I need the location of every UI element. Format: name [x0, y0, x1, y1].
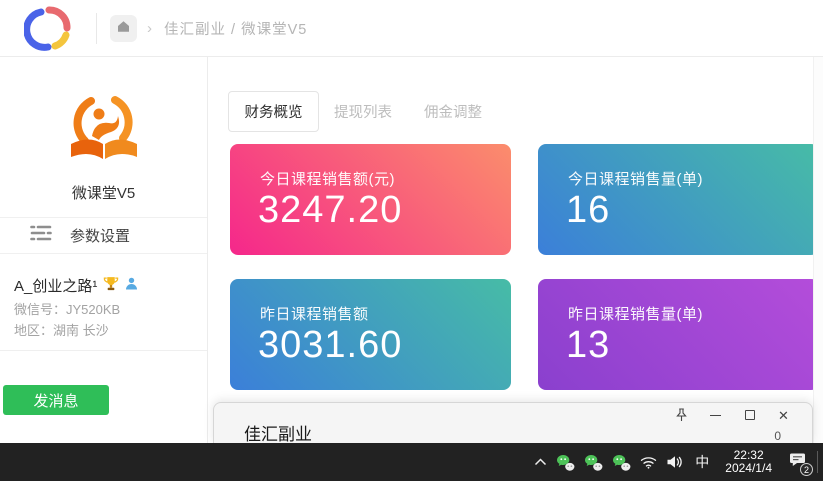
window-corner-text: 0 [774, 429, 781, 443]
wechat-icon[interactable] [612, 454, 631, 471]
taskbar-clock[interactable]: 22:32 2024/1/4 [721, 449, 776, 476]
tab-commission-adjust[interactable]: 佣金调整 [423, 91, 483, 132]
system-tray: 中 22:32 2024/1/4 2 [534, 443, 809, 481]
desktop-screen: › 佳汇副业 / 微课堂V5 微课堂V5 参数设置 [0, 0, 823, 481]
stat-card-yesterday-sales-count: 昨日课程销售量(单) 13 [538, 279, 819, 390]
stat-card-yesterday-sales-amount: 昨日课程销售额 3031.60 [230, 279, 511, 390]
tab-withdraw-list[interactable]: 提现列表 [333, 91, 393, 132]
notification-center-button[interactable]: 2 [785, 450, 809, 474]
pin-icon[interactable] [675, 408, 688, 422]
stat-card-label: 昨日课程销售量(单) [568, 303, 703, 324]
breadcrumb[interactable]: 佳汇副业 / 微课堂V5 [164, 0, 307, 57]
window-title: 佳汇副业 [244, 420, 312, 445]
minimize-icon[interactable] [709, 408, 722, 422]
notification-count-badge: 2 [800, 463, 813, 476]
stat-card-value: 3247.20 [258, 189, 402, 232]
chevron-up-icon[interactable] [534, 458, 547, 466]
wifi-icon[interactable] [640, 456, 657, 469]
stat-card-value: 16 [566, 189, 610, 232]
clock-time: 22:32 [725, 449, 772, 463]
user-name: A_创业之路¹ [14, 275, 97, 296]
clock-date: 2024/1/4 [725, 462, 772, 476]
overlay-window-jiahui[interactable]: 佳汇副业 ✕ 0 [213, 402, 813, 444]
brand-book-logo-icon [62, 90, 146, 175]
stat-card-label: 今日课程销售量(单) [568, 168, 703, 189]
stat-card-value: 3031.60 [258, 324, 402, 367]
stat-card-today-sales-count: 今日课程销售量(单) 16 [538, 144, 819, 255]
header-divider [96, 13, 97, 44]
taskbar: 中 22:32 2024/1/4 2 [0, 443, 823, 481]
stat-card-label: 昨日课程销售额 [260, 303, 369, 324]
user-wechat-id: 微信号：JY520KB [14, 299, 120, 318]
chevron-right-icon: › [147, 0, 152, 57]
stat-card-today-sales-amount: 今日课程销售额(元) 3247.20 [230, 144, 511, 255]
scrollbar[interactable] [813, 57, 823, 443]
wechat-icon[interactable] [584, 454, 603, 471]
brand-name: 微课堂V5 [0, 182, 207, 203]
user-name-row: A_创业之路¹ [14, 275, 138, 296]
show-desktop-button[interactable] [817, 451, 818, 473]
sidebar-item-label: 参数设置 [70, 225, 130, 246]
trophy-icon [103, 276, 119, 296]
sidebar: 微课堂V5 参数设置 A_创业之路¹ [0, 57, 208, 443]
app-header: › 佳汇副业 / 微课堂V5 [0, 0, 823, 57]
stat-card-label: 今日课程销售额(元) [260, 168, 395, 189]
menu-list-icon [30, 225, 52, 246]
home-button[interactable] [110, 15, 137, 42]
window-controls: ✕ [675, 408, 790, 422]
person-icon[interactable] [125, 277, 138, 295]
sidebar-divider [0, 350, 207, 351]
send-message-button[interactable]: 发消息 [3, 385, 109, 415]
maximize-icon[interactable] [743, 408, 756, 422]
close-icon[interactable]: ✕ [777, 408, 790, 422]
main-content: 财务概览 提现列表 佣金调整 今日课程销售额(元) 3247.20 今日课程销售… [209, 57, 823, 443]
user-region: 地区：湖南 长沙 [14, 320, 109, 339]
ime-indicator[interactable]: 中 [692, 452, 712, 472]
sidebar-item-settings[interactable]: 参数设置 [0, 217, 207, 254]
stat-card-value: 13 [566, 324, 610, 367]
home-icon [116, 19, 131, 39]
volume-icon[interactable] [666, 455, 683, 469]
app-logo-swirl-icon [24, 4, 76, 59]
tab-finance-overview[interactable]: 财务概览 [228, 91, 319, 132]
wechat-icon[interactable] [556, 454, 575, 471]
